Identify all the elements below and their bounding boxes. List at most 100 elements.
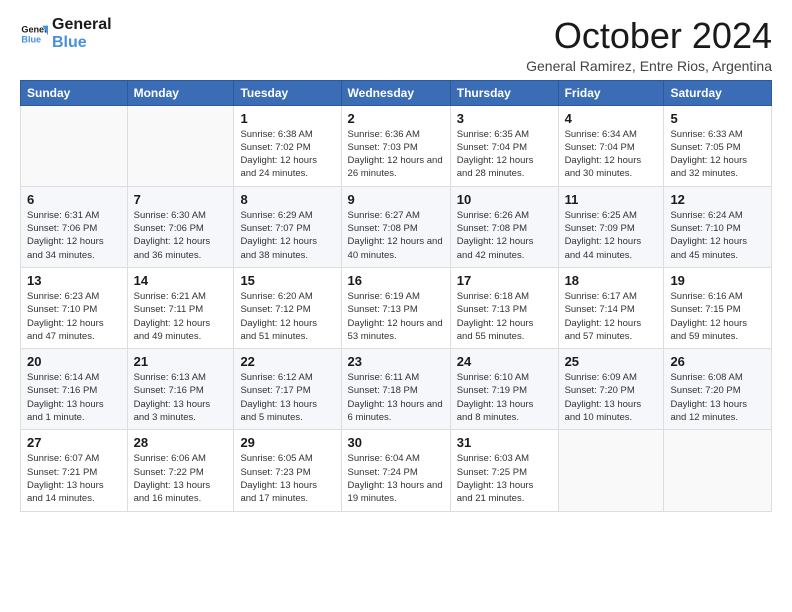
calendar-cell: 15 Sunrise: 6:20 AMSunset: 7:12 PMDayligh… <box>234 267 341 348</box>
calendar-week-5: 27Sunrise: 6:07 AMSunset: 7:21 PMDayligh… <box>21 430 772 511</box>
calendar-cell: 23 Sunrise: 6:11 AMSunset: 7:18 PMDayligh… <box>341 349 450 430</box>
day-number: 25 <box>565 354 658 369</box>
calendar-header-row: SundayMondayTuesdayWednesdayThursdayFrid… <box>21 80 772 105</box>
calendar-cell: 5 Sunrise: 6:33 AMSunset: 7:05 PMDaylight… <box>664 105 772 186</box>
calendar-cell: 1Sunrise: 6:38 AMSunset: 7:02 PMDaylight… <box>234 105 341 186</box>
logo-text-general: General <box>52 16 112 34</box>
calendar-cell: 29 Sunrise: 6:05 AMSunset: 7:23 PMDayligh… <box>234 430 341 511</box>
calendar-header-monday: Monday <box>127 80 234 105</box>
day-info: Sunrise: 6:19 AMSunset: 7:13 PMDaylight:… <box>348 290 444 343</box>
calendar-cell: 30 Sunrise: 6:04 AMSunset: 7:24 PMDayligh… <box>341 430 450 511</box>
logo-text-blue: Blue <box>52 34 112 52</box>
calendar-cell: 24 Sunrise: 6:10 AMSunset: 7:19 PMDayligh… <box>450 349 558 430</box>
day-number: 8 <box>240 192 334 207</box>
calendar-cell <box>558 430 664 511</box>
day-info: Sunrise: 6:16 AMSunset: 7:15 PMDaylight:… <box>670 290 765 343</box>
calendar-header-sunday: Sunday <box>21 80 128 105</box>
calendar-header-friday: Friday <box>558 80 664 105</box>
calendar-cell: 21Sunrise: 6:13 AMSunset: 7:16 PMDayligh… <box>127 349 234 430</box>
day-info: Sunrise: 6:07 AMSunset: 7:21 PMDaylight:… <box>27 452 121 505</box>
calendar-cell: 22Sunrise: 6:12 AMSunset: 7:17 PMDayligh… <box>234 349 341 430</box>
calendar-cell: 16Sunrise: 6:19 AMSunset: 7:13 PMDayligh… <box>341 267 450 348</box>
day-info: Sunrise: 6:03 AMSunset: 7:25 PMDaylight:… <box>457 452 552 505</box>
day-info: Sunrise: 6:05 AMSunset: 7:23 PMDaylight:… <box>240 452 334 505</box>
day-number: 11 <box>565 192 658 207</box>
day-info: Sunrise: 6:38 AMSunset: 7:02 PMDaylight:… <box>240 128 334 181</box>
calendar-table: SundayMondayTuesdayWednesdayThursdayFrid… <box>20 80 772 512</box>
day-info: Sunrise: 6:04 AMSunset: 7:24 PMDaylight:… <box>348 452 444 505</box>
day-info: Sunrise: 6:36 AMSunset: 7:03 PMDaylight:… <box>348 128 444 181</box>
calendar-week-4: 20Sunrise: 6:14 AMSunset: 7:16 PMDayligh… <box>21 349 772 430</box>
day-info: Sunrise: 6:09 AMSunset: 7:20 PMDaylight:… <box>565 371 658 424</box>
calendar-cell <box>664 430 772 511</box>
day-info: Sunrise: 6:14 AMSunset: 7:16 PMDaylight:… <box>27 371 121 424</box>
calendar-cell: 26Sunrise: 6:08 AMSunset: 7:20 PMDayligh… <box>664 349 772 430</box>
day-info: Sunrise: 6:06 AMSunset: 7:22 PMDaylight:… <box>134 452 228 505</box>
day-info: Sunrise: 6:21 AMSunset: 7:11 PMDaylight:… <box>134 290 228 343</box>
day-number: 4 <box>565 111 658 126</box>
calendar-cell: 11Sunrise: 6:25 AMSunset: 7:09 PMDayligh… <box>558 186 664 267</box>
day-number: 23 <box>348 354 444 369</box>
day-number: 5 <box>670 111 765 126</box>
calendar-cell <box>127 105 234 186</box>
day-number: 6 <box>27 192 121 207</box>
calendar-cell: 3 Sunrise: 6:35 AMSunset: 7:04 PMDaylight… <box>450 105 558 186</box>
calendar-cell: 10 Sunrise: 6:26 AMSunset: 7:08 PMDayligh… <box>450 186 558 267</box>
calendar-cell: 13 Sunrise: 6:23 AMSunset: 7:10 PMDayligh… <box>21 267 128 348</box>
day-info: Sunrise: 6:10 AMSunset: 7:19 PMDaylight:… <box>457 371 552 424</box>
calendar-cell: 18 Sunrise: 6:17 AMSunset: 7:14 PMDayligh… <box>558 267 664 348</box>
calendar-week-1: 1Sunrise: 6:38 AMSunset: 7:02 PMDaylight… <box>21 105 772 186</box>
day-info: Sunrise: 6:31 AMSunset: 7:06 PMDaylight:… <box>27 209 121 262</box>
day-number: 19 <box>670 273 765 288</box>
day-number: 30 <box>348 435 444 450</box>
day-number: 17 <box>457 273 552 288</box>
calendar-cell: 20Sunrise: 6:14 AMSunset: 7:16 PMDayligh… <box>21 349 128 430</box>
month-title: October 2024 <box>526 16 772 56</box>
logo-icon: General Blue <box>20 20 48 48</box>
calendar-cell: 9Sunrise: 6:27 AMSunset: 7:08 PMDaylight… <box>341 186 450 267</box>
calendar-cell: 7 Sunrise: 6:30 AMSunset: 7:06 PMDaylight… <box>127 186 234 267</box>
calendar-cell: 19 Sunrise: 6:16 AMSunset: 7:15 PMDayligh… <box>664 267 772 348</box>
day-number: 3 <box>457 111 552 126</box>
day-number: 7 <box>134 192 228 207</box>
day-number: 18 <box>565 273 658 288</box>
calendar-header-saturday: Saturday <box>664 80 772 105</box>
header: General Blue General Blue October 2024 G… <box>20 16 772 74</box>
calendar-cell: 17 Sunrise: 6:18 AMSunset: 7:13 PMDayligh… <box>450 267 558 348</box>
day-number: 13 <box>27 273 121 288</box>
calendar-week-2: 6 Sunrise: 6:31 AMSunset: 7:06 PMDaylight… <box>21 186 772 267</box>
day-info: Sunrise: 6:18 AMSunset: 7:13 PMDaylight:… <box>457 290 552 343</box>
calendar-cell: 31Sunrise: 6:03 AMSunset: 7:25 PMDayligh… <box>450 430 558 511</box>
calendar-cell: 28Sunrise: 6:06 AMSunset: 7:22 PMDayligh… <box>127 430 234 511</box>
day-info: Sunrise: 6:30 AMSunset: 7:06 PMDaylight:… <box>134 209 228 262</box>
day-number: 10 <box>457 192 552 207</box>
calendar-header-wednesday: Wednesday <box>341 80 450 105</box>
day-info: Sunrise: 6:35 AMSunset: 7:04 PMDaylight:… <box>457 128 552 181</box>
day-info: Sunrise: 6:20 AMSunset: 7:12 PMDaylight:… <box>240 290 334 343</box>
day-info: Sunrise: 6:13 AMSunset: 7:16 PMDaylight:… <box>134 371 228 424</box>
day-info: Sunrise: 6:17 AMSunset: 7:14 PMDaylight:… <box>565 290 658 343</box>
day-number: 14 <box>134 273 228 288</box>
calendar-cell: 2Sunrise: 6:36 AMSunset: 7:03 PMDaylight… <box>341 105 450 186</box>
calendar-cell: 6 Sunrise: 6:31 AMSunset: 7:06 PMDaylight… <box>21 186 128 267</box>
day-info: Sunrise: 6:26 AMSunset: 7:08 PMDaylight:… <box>457 209 552 262</box>
day-number: 15 <box>240 273 334 288</box>
day-number: 24 <box>457 354 552 369</box>
calendar-header-tuesday: Tuesday <box>234 80 341 105</box>
location-title: General Ramirez, Entre Rios, Argentina <box>526 58 772 74</box>
day-number: 29 <box>240 435 334 450</box>
svg-text:Blue: Blue <box>21 35 41 45</box>
day-info: Sunrise: 6:33 AMSunset: 7:05 PMDaylight:… <box>670 128 765 181</box>
calendar-cell: 12 Sunrise: 6:24 AMSunset: 7:10 PMDayligh… <box>664 186 772 267</box>
calendar-cell: 14 Sunrise: 6:21 AMSunset: 7:11 PMDayligh… <box>127 267 234 348</box>
calendar-cell: 27Sunrise: 6:07 AMSunset: 7:21 PMDayligh… <box>21 430 128 511</box>
calendar-header-thursday: Thursday <box>450 80 558 105</box>
day-info: Sunrise: 6:24 AMSunset: 7:10 PMDaylight:… <box>670 209 765 262</box>
day-info: Sunrise: 6:11 AMSunset: 7:18 PMDaylight:… <box>348 371 444 424</box>
day-info: Sunrise: 6:23 AMSunset: 7:10 PMDaylight:… <box>27 290 121 343</box>
day-number: 12 <box>670 192 765 207</box>
calendar-cell <box>21 105 128 186</box>
calendar-cell: 8Sunrise: 6:29 AMSunset: 7:07 PMDaylight… <box>234 186 341 267</box>
title-section: October 2024 General Ramirez, Entre Rios… <box>526 16 772 74</box>
day-info: Sunrise: 6:08 AMSunset: 7:20 PMDaylight:… <box>670 371 765 424</box>
